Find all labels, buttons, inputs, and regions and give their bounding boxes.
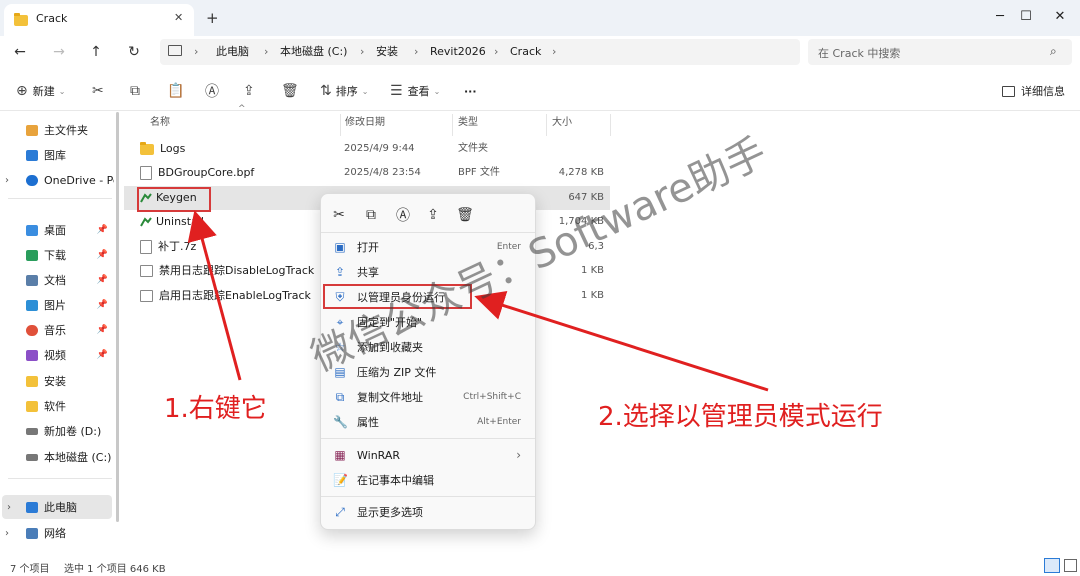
arrow-to-run-as-admin (474, 291, 769, 392)
arrow-to-keygen (187, 210, 242, 381)
status-bar: 7 个项目 选中 1 个项目 646 KB (0, 556, 1080, 576)
annotation-step-1: 1.右键它 (164, 394, 267, 424)
annotation-step-2: 2.选择以管理员模式运行 (598, 402, 883, 432)
details-view-icon[interactable] (1044, 558, 1060, 573)
annotation-arrows (187, 210, 769, 392)
tiles-view-icon[interactable] (1064, 559, 1077, 572)
item-count: 7 个项目 (10, 564, 50, 575)
selection-info: 选中 1 个项目 646 KB (64, 564, 166, 575)
